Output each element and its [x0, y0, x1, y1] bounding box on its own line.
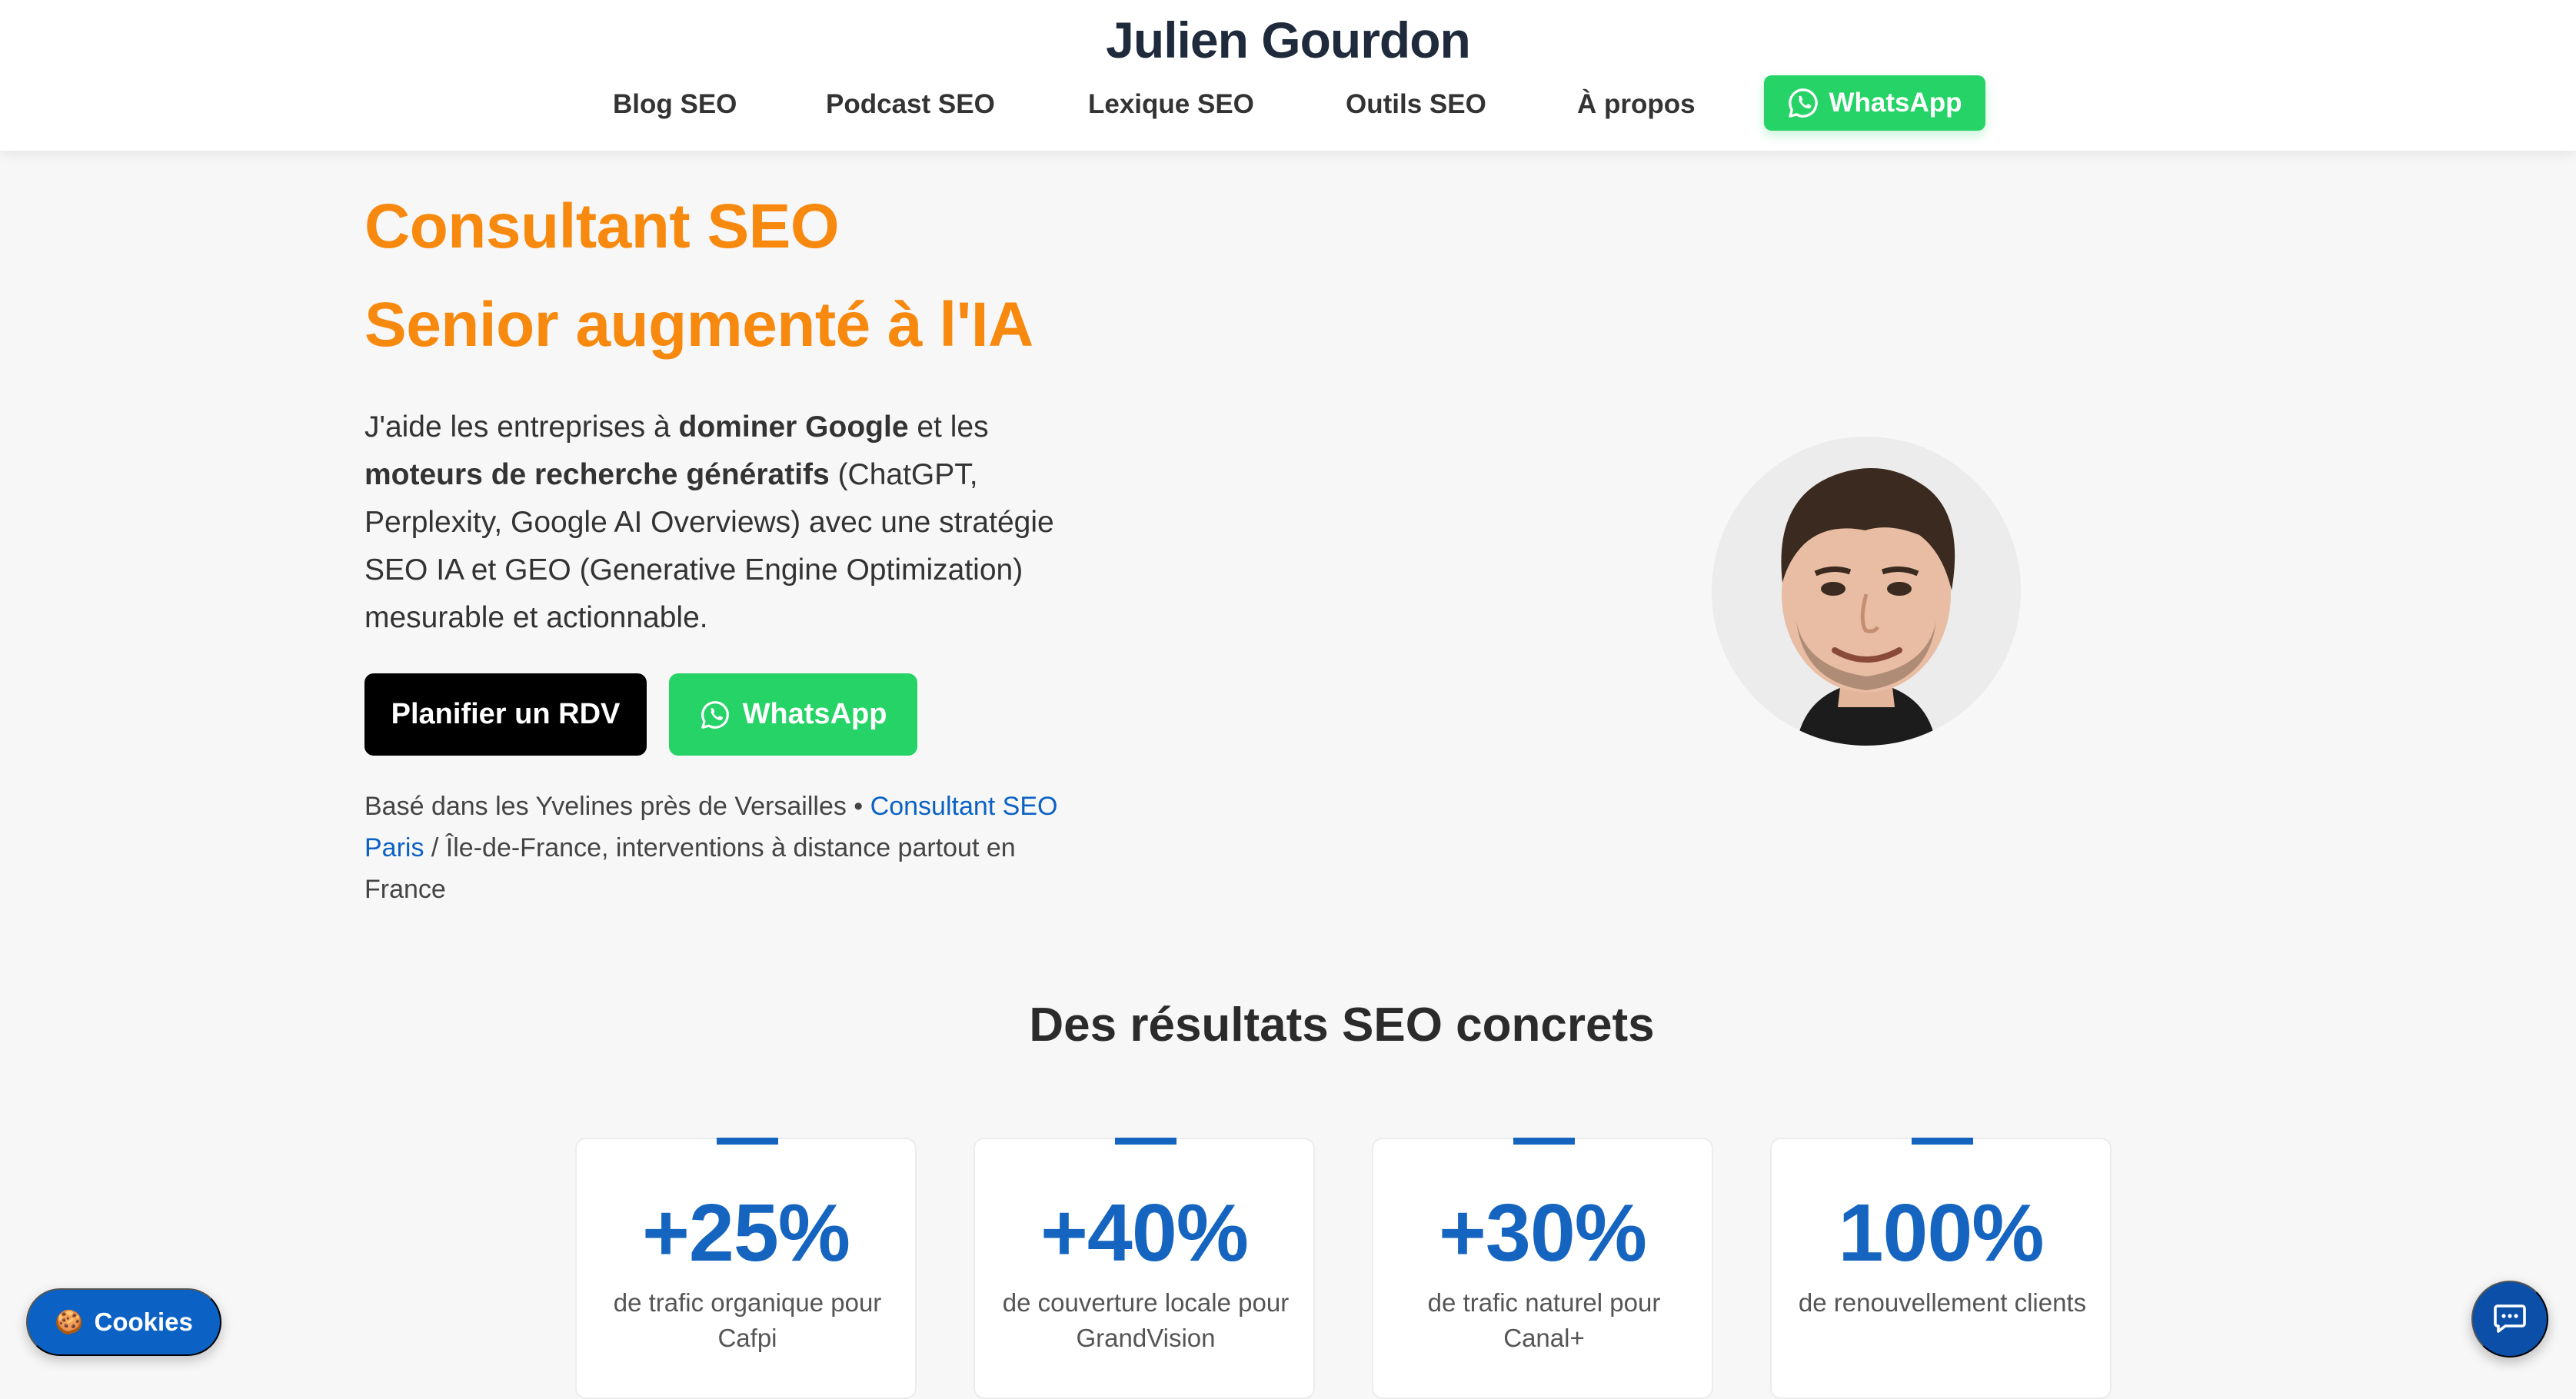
whatsapp-button[interactable]: WhatsApp: [669, 673, 917, 756]
site-title[interactable]: Julien Gourdon: [0, 11, 2576, 69]
nav-whatsapp-button[interactable]: WhatsApp: [1764, 75, 1985, 131]
results-title: Des résultats SEO concrets: [1029, 999, 1655, 1052]
nav-whatsapp-label: WhatsApp: [1829, 88, 1962, 118]
nav-outils-seo[interactable]: Outils SEO: [1346, 75, 1486, 134]
stat-card: +25% de trafic organique pour Cafpi: [575, 1138, 917, 1399]
whatsapp-icon: [1787, 87, 1819, 119]
chat-widget-button[interactable]: [2471, 1281, 2548, 1357]
hero-text-part: et les: [908, 410, 989, 444]
whatsapp-icon: [700, 700, 731, 730]
stat-card-accent: [1912, 1138, 1973, 1145]
stat-card-accent: [717, 1138, 778, 1145]
site-header: Julien Gourdon Blog SEO Podcast SEO Lexi…: [0, 0, 2576, 151]
cookies-label: Cookies: [94, 1308, 193, 1336]
stat-card: 100% de renouvellement clients: [1770, 1138, 2112, 1399]
stat-card-accent: [1513, 1138, 1575, 1145]
hero-description: J'aide les entreprises à dominer Google …: [364, 404, 1057, 642]
stat-label: de trafic naturel pour Canal+: [1427, 1288, 1661, 1352]
hero-text-bold: moteurs de recherche génératifs: [364, 458, 830, 491]
whatsapp-button-label: WhatsApp: [742, 698, 887, 730]
location-text: Basé dans les Yvelines près de Versaille…: [364, 786, 1072, 910]
hero-title-line1: Consultant SEO: [364, 191, 840, 261]
chat-icon: [2491, 1300, 2528, 1339]
location-text-part: Basé dans les Yvelines près de Versaille…: [364, 792, 870, 821]
main-nav: Blog SEO Podcast SEO Lexique SEO Outils …: [0, 75, 2576, 134]
stat-value: +25%: [641, 1188, 850, 1278]
stat-card: +40% de couverture locale pour GrandVisi…: [973, 1138, 1315, 1399]
stat-label: de trafic organique pour Cafpi: [613, 1288, 882, 1352]
hero-title-line2: Senior augmenté à l'IA: [364, 290, 1033, 360]
stat-value: +30%: [1438, 1188, 1647, 1278]
stat-card-accent: [1115, 1138, 1177, 1145]
nav-lexique-seo[interactable]: Lexique SEO: [1088, 75, 1254, 134]
location-text-part: / Île-de-France, interventions à distanc…: [364, 833, 1016, 904]
stat-label: de couverture locale pour GrandVision: [1002, 1288, 1290, 1352]
stat-value: 100%: [1838, 1188, 2044, 1278]
stat-card: +30% de trafic naturel pour Canal+: [1372, 1138, 1713, 1399]
cookies-button[interactable]: 🍪 Cookies: [26, 1288, 221, 1356]
nav-blog-seo[interactable]: Blog SEO: [613, 75, 737, 134]
stat-value: +40%: [1040, 1188, 1249, 1278]
schedule-meeting-button[interactable]: Planifier un RDV: [364, 673, 647, 756]
cookie-icon: 🍪: [55, 1309, 84, 1335]
nav-podcast-seo[interactable]: Podcast SEO: [826, 75, 995, 134]
hero-text-part: J'aide les entreprises à: [364, 410, 679, 444]
hero-text-bold: dominer Google: [678, 410, 909, 444]
stat-label: de renouvellement clients: [1798, 1288, 2087, 1317]
portrait-photo: [1712, 437, 2021, 746]
nav-a-propos[interactable]: À propos: [1577, 75, 1696, 134]
